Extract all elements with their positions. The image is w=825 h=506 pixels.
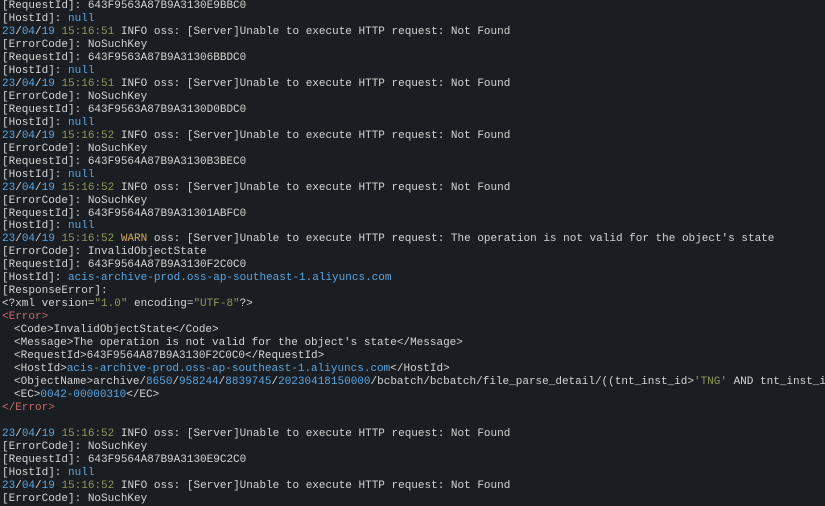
log-line: 23/04/19 15:16:51 INFO oss: [Server]Unab…: [2, 78, 823, 91]
log-line: [ErrorCode]: NoSuchKey: [2, 91, 823, 104]
log-line: <Code>InvalidObjectState</Code>: [2, 324, 823, 337]
log-line: [RequestId]: 643F9563A87B9A3130D0BDC0: [2, 104, 823, 117]
log-line: [HostId]: null: [2, 13, 823, 26]
log-line: [ErrorCode]: NoSuchKey: [2, 143, 823, 156]
log-line: <Message>The operation is not valid for …: [2, 337, 823, 350]
log-line: [ErrorCode]: NoSuchKey: [2, 441, 823, 454]
log-line: <EC>0042-00000310</EC>: [2, 389, 823, 402]
log-line: [RequestId]: 643F9564A87B9A3130E9C2C0: [2, 454, 823, 467]
log-line: [HostId]: null: [2, 220, 823, 233]
log-line: [RequestId]: 643F9564A87B9A3130F2C0C0: [2, 259, 823, 272]
log-line: 23/04/19 15:16:52 WARN oss: [Server]Unab…: [2, 233, 823, 246]
log-line: [RequestId]: 643F9563A87B9A31306BBDC0: [2, 52, 823, 65]
log-line: [HostId]: null: [2, 467, 823, 480]
log-line: [RequestId]: 643F9564A87B9A31301ABFC0: [2, 208, 823, 221]
log-output: [RequestId]: 643F9563A87B9A3130E9BBC0[Ho…: [0, 0, 825, 506]
log-line: <Error>: [2, 311, 823, 324]
log-line: [ErrorCode]: InvalidObjectState: [2, 246, 823, 259]
log-line: <RequestId>643F9564A87B9A3130F2C0C0</Req…: [2, 350, 823, 363]
log-line: <ObjectName>archive/8650/958244/8839745/…: [2, 376, 823, 389]
log-line: [RequestId]: 643F9563A87B9A3130E9BBC0: [2, 0, 823, 13]
log-line: 23/04/19 15:16:52 INFO oss: [Server]Unab…: [2, 182, 823, 195]
log-line: <HostId>acis-archive-prod.oss-ap-southea…: [2, 363, 823, 376]
log-line: 23/04/19 15:16:51 INFO oss: [Server]Unab…: [2, 26, 823, 39]
log-line: 23/04/19 15:16:52 INFO oss: [Server]Unab…: [2, 480, 823, 493]
log-line: [HostId]: acis-archive-prod.oss-ap-south…: [2, 272, 823, 285]
log-line: [ErrorCode]: NoSuchKey: [2, 493, 823, 506]
log-line: [HostId]: null: [2, 65, 823, 78]
log-line: [RequestId]: 643F9564A87B9A3130B3BEC0: [2, 156, 823, 169]
log-line: [HostId]: null: [2, 117, 823, 130]
log-line: <?xml version="1.0" encoding="UTF-8"?>: [2, 298, 823, 311]
log-line: 23/04/19 15:16:52 INFO oss: [Server]Unab…: [2, 130, 823, 143]
log-line: [HostId]: null: [2, 169, 823, 182]
log-line: [ErrorCode]: NoSuchKey: [2, 39, 823, 52]
log-line: 23/04/19 15:16:52 INFO oss: [Server]Unab…: [2, 428, 823, 441]
log-line: [ErrorCode]: NoSuchKey: [2, 195, 823, 208]
log-line: </Error>: [2, 402, 823, 415]
log-line: [ResponseError]:: [2, 285, 823, 298]
log-line: [2, 415, 823, 428]
